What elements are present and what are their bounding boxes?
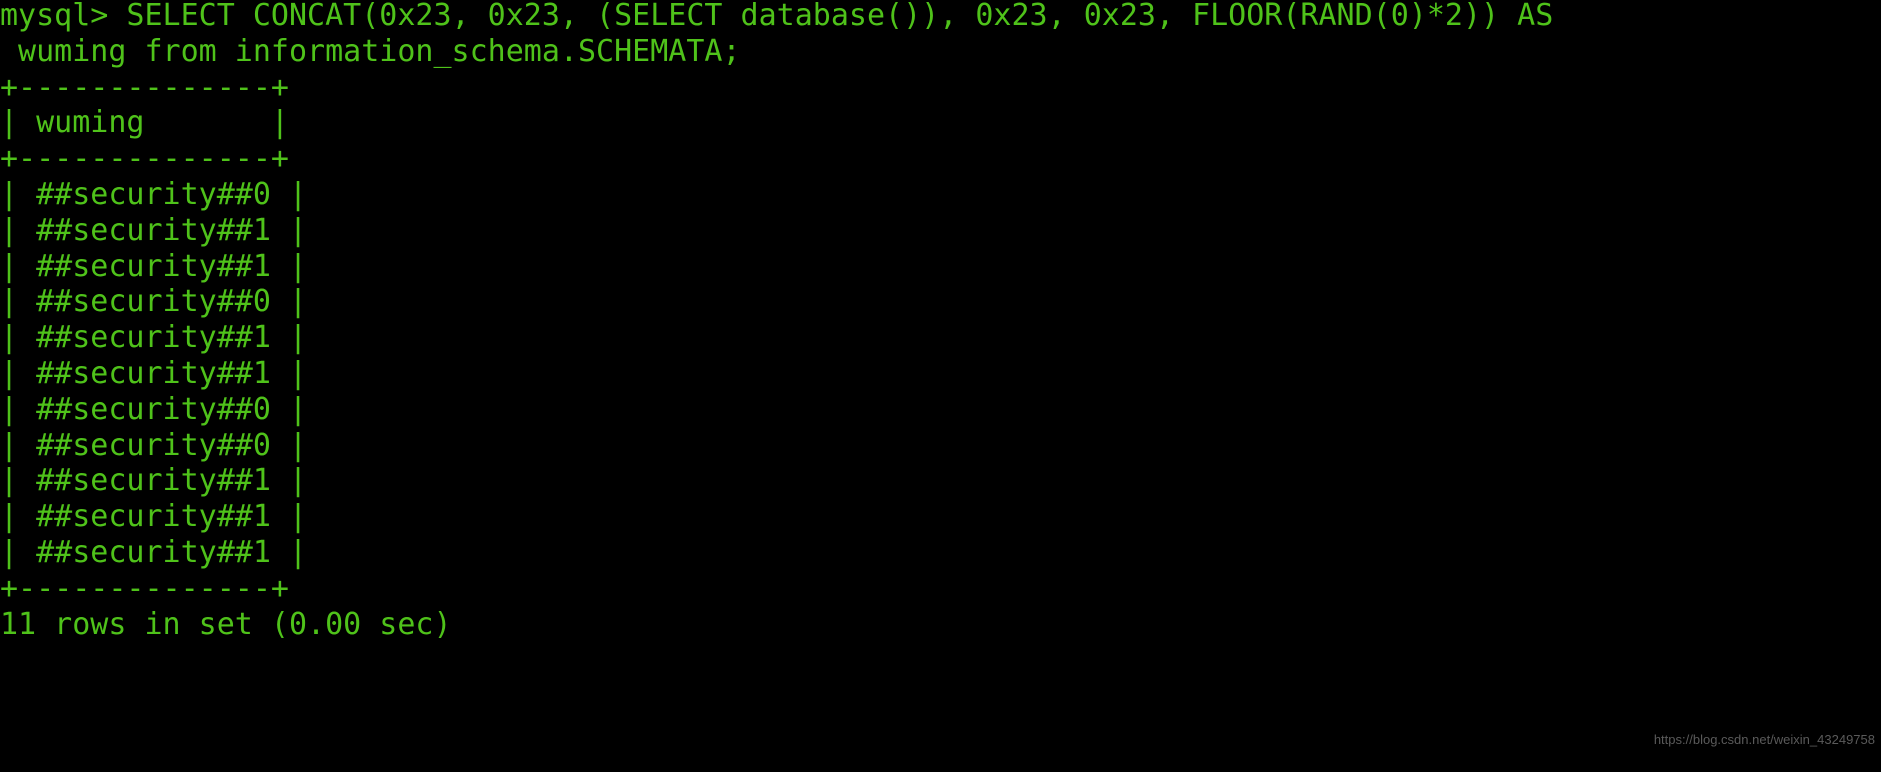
table-row: | ##security##1 |: [0, 320, 308, 356]
result-status-line: 11 rows in set (0.00 sec): [0, 606, 452, 642]
watermark-text: https://blog.csdn.net/weixin_43249758: [1653, 732, 1875, 748]
table-border-bottom: +--------------+: [0, 570, 289, 606]
table-row: | ##security##1 |: [0, 463, 308, 499]
terminal-line-query-1: mysql> SELECT CONCAT(0x23, 0x23, (SELECT…: [0, 0, 1554, 33]
table-row: | ##security##0 |: [0, 427, 308, 463]
table-column-header: | wuming |: [0, 105, 289, 141]
terminal-screen: mysql> SELECT CONCAT(0x23, 0x23, (SELECT…: [0, 0, 1881, 642]
table-row: | ##security##0 |: [0, 284, 308, 320]
table-row: | ##security##1 |: [0, 534, 308, 570]
table-row: | ##security##0 |: [0, 176, 308, 212]
table-border-top: +--------------+: [0, 69, 289, 105]
table-row: | ##security##1 |: [0, 212, 308, 248]
table-row: | ##security##0 |: [0, 391, 308, 427]
terminal-window[interactable]: mysql> SELECT CONCAT(0x23, 0x23, (SELECT…: [0, 0, 1881, 772]
terminal-line-query-2: wuming from information_schema.SCHEMATA;: [0, 33, 741, 69]
table-row: | ##security##1 |: [0, 355, 308, 391]
table-row: | ##security##1 |: [0, 499, 308, 535]
table-row: | ##security##1 |: [0, 248, 308, 284]
table-border-header: +--------------+: [0, 141, 289, 177]
